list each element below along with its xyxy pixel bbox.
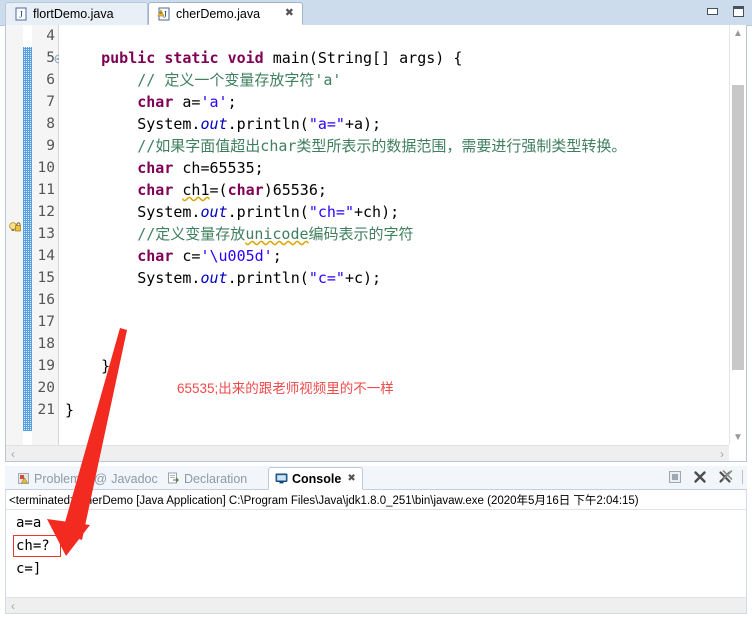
console-output-highlight-box (13, 535, 61, 557)
editor-marker-gutter[interactable] (6, 25, 23, 461)
tab-problems[interactable]: Problems (11, 467, 93, 490)
problems-icon (17, 472, 30, 485)
scroll-right-arrow-icon[interactable]: › (715, 447, 729, 461)
window-controls (704, 4, 746, 18)
line-number: 20 (37, 380, 55, 396)
line-number: 12 (37, 204, 55, 220)
code-line-11: char ch1=(char)65536; (137, 181, 327, 199)
tab-declaration[interactable]: Declaration (161, 467, 253, 490)
code-line-5: public static void main(String[] args) { (101, 49, 463, 67)
console-output-line: a=a (16, 515, 42, 531)
tab-javadoc[interactable]: @ Javadoc (88, 467, 164, 490)
maximize-icon (732, 5, 744, 17)
editor-tab-flortDemo[interactable]: J flortDemo.java (5, 2, 148, 25)
warning-marker-icon[interactable] (8, 220, 22, 234)
console-divider (6, 509, 746, 510)
line-number: 11 (37, 182, 55, 198)
line-number: 14 (37, 248, 55, 264)
console-horizontal-scrollbar[interactable]: ‹ (6, 597, 746, 613)
console-toolbar (667, 469, 743, 485)
line-number: 9 (46, 138, 55, 154)
maximize-button[interactable] (730, 4, 746, 18)
editor-tab-cherDemo[interactable]: J cherDemo.java ✖ (148, 2, 303, 25)
terminate-button[interactable] (667, 469, 683, 485)
code-line-21: } (65, 401, 75, 419)
code-line-6: // 定义一个变量存放字符'a' (65, 71, 342, 89)
scroll-left-arrow-icon[interactable]: ‹ (6, 599, 20, 613)
editor-horizontal-scrollbar[interactable]: ‹ › (6, 445, 729, 461)
change-indicator-bar (23, 47, 32, 431)
console-terminated-header: <terminated> cherDemo [Java Application]… (9, 495, 639, 507)
console-output-area[interactable]: <terminated> cherDemo [Java Application]… (5, 490, 747, 614)
editor-tab-label: flortDemo.java (33, 7, 114, 21)
code-line-14: char c='\u005d'; (137, 247, 282, 265)
line-number: 21 (37, 402, 55, 418)
line-number: 16 (37, 292, 55, 308)
editor-vertical-scrollbar[interactable]: ▲ ▼ (729, 25, 746, 445)
line-number: 7 (46, 94, 55, 110)
code-line-13: //定义变量存放unicode编码表示的字符 (65, 225, 414, 243)
close-icon[interactable]: ✖ (347, 473, 355, 484)
java-file-icon: J (14, 7, 28, 21)
line-number: 15 (37, 270, 55, 286)
remove-all-terminated-button[interactable] (717, 469, 733, 485)
code-line-7: char a='a'; (137, 93, 237, 111)
javadoc-at-icon: @ (94, 471, 108, 486)
code-line-12: System.out.println("ch="+ch); (65, 203, 400, 221)
minimize-icon (706, 7, 718, 15)
console-tab-bar: Problems @ Javadoc Declaration Console ✖ (5, 466, 747, 490)
line-number: 18 (37, 336, 55, 352)
close-icon[interactable]: ✖ (285, 8, 294, 19)
line-number: 13 (37, 226, 55, 242)
console-output-line: c=] (16, 561, 42, 577)
tab-label: Javadoc (111, 471, 158, 486)
line-number: 19 (37, 358, 55, 374)
scroll-left-arrow-icon[interactable]: ‹ (6, 447, 20, 461)
declaration-icon (167, 472, 180, 485)
line-number: 8 (46, 116, 55, 132)
line-number: 17 (37, 314, 55, 330)
tab-label: Declaration (184, 471, 248, 486)
line-number: 6 (46, 72, 55, 88)
console-panel: Problems @ Javadoc Declaration Console ✖… (5, 466, 747, 614)
code-line-15: System.out.println("c="+c); (65, 269, 382, 287)
svg-text:J: J (163, 9, 167, 19)
code-line-8: System.out.println("a="+a); (65, 115, 382, 133)
toolbar-separator (742, 470, 743, 484)
code-line-10: char ch=65535; (137, 159, 264, 177)
code-line-19: } (65, 357, 111, 375)
svg-text:J: J (19, 10, 23, 20)
console-icon (275, 472, 288, 485)
vertical-scroll-thumb[interactable] (732, 85, 744, 370)
line-number: 10 (37, 160, 55, 176)
user-annotation-text: 65535;出来的跟老师视频里的不一样 (177, 381, 394, 396)
java-file-warning-icon: J (157, 7, 171, 21)
remove-launch-button[interactable] (692, 469, 708, 485)
editor-change-gutter (23, 25, 32, 461)
scroll-down-arrow-icon[interactable]: ▼ (730, 429, 746, 445)
tab-console[interactable]: Console ✖ (268, 467, 363, 490)
tab-label: Console (292, 471, 342, 486)
editor-tab-bar: J flortDemo.java J cherDemo.java ✖ (0, 0, 752, 26)
minimize-button[interactable] (704, 4, 720, 18)
scroll-up-arrow-icon[interactable]: ▲ (730, 25, 746, 41)
code-editor[interactable]: 4 5 6 7 8 9 10 11 12 13 14 15 16 17 18 1… (5, 25, 747, 462)
eclipse-window: J flortDemo.java J cherDemo.java ✖ 4 5 6… (0, 0, 752, 620)
tab-label: Problems (34, 471, 87, 486)
line-number: 4 (46, 28, 55, 44)
code-text-area[interactable]: public static void main(String[] args) {… (59, 25, 729, 461)
code-line-9: //如果字面值超出char类型所表示的数据范围，需要进行强制类型转换。 (65, 137, 627, 155)
editor-tab-label: cherDemo.java (176, 6, 261, 21)
